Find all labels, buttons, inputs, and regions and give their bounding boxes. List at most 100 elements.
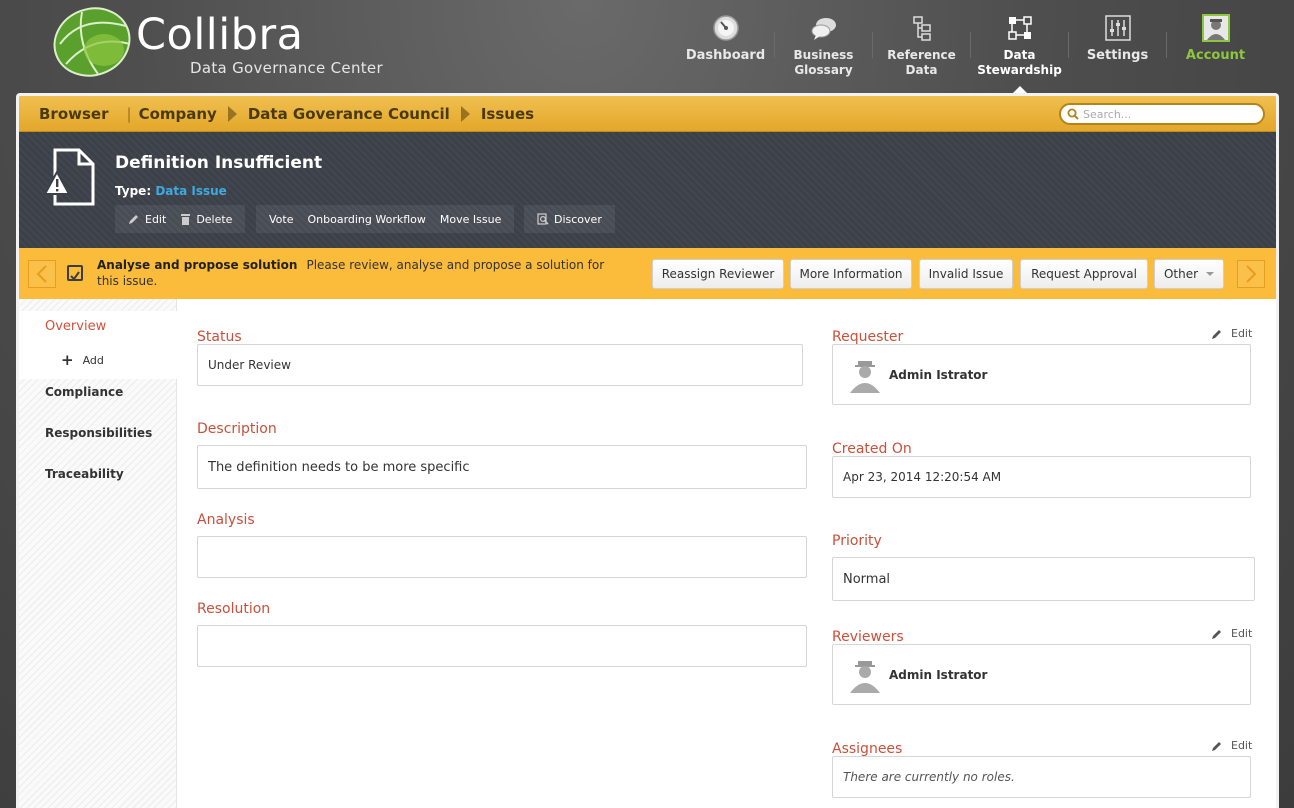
dashboard-gauge-icon (713, 15, 739, 41)
sidebar-item-traceability[interactable]: Traceability (45, 467, 124, 481)
user-silhouette-icon (850, 660, 880, 693)
breadcrumb-browser[interactable]: Browser (19, 105, 127, 123)
description-label: Description (197, 421, 277, 437)
task-checkbox[interactable] (67, 265, 83, 281)
nav-reference-data-label: Reference Data (887, 48, 956, 77)
more-information-button[interactable]: More Information (790, 259, 912, 289)
pencil-icon (1212, 629, 1221, 639)
breadcrumb-arrow-icon (460, 105, 470, 122)
requester-label: Requester (832, 329, 904, 345)
sidebar: Overview + Add Compliance Responsibilitie… (19, 299, 177, 808)
reviewers-field: Admin Istrator (832, 644, 1251, 705)
user-silhouette-icon (850, 360, 880, 393)
assignees-field: There are currently no roles. (832, 756, 1251, 798)
nav-data-stewardship[interactable]: Data Stewardship (971, 10, 1068, 94)
sliders-icon (1105, 15, 1131, 41)
resolution-field[interactable] (197, 625, 807, 667)
status-label: Status (197, 329, 242, 345)
logo-subtitle: Data Governance Center (190, 59, 383, 77)
nav-reference-data[interactable]: Reference Data (873, 10, 970, 92)
main-nav: Dashboard Business Glossary Reference Data… (677, 10, 1264, 94)
search-icon (1067, 108, 1079, 120)
chevron-left-icon (36, 265, 47, 283)
request-approval-button[interactable]: Request Approval (1020, 259, 1148, 289)
delete-button[interactable]: Delete (173, 205, 239, 233)
collibra-logo-icon (53, 7, 131, 77)
reviewers-label: Reviewers (832, 629, 904, 645)
nav-dashboard-label: Dashboard (685, 48, 766, 63)
task-title: Analyse and propose solution (97, 258, 298, 272)
status-field[interactable]: Under Review (197, 344, 803, 386)
asset-title: Definition Insufficient (115, 153, 323, 173)
logo-wordmark: Collibra (136, 10, 304, 60)
resolution-label: Resolution (197, 601, 271, 617)
nav-account-label: Account (1185, 48, 1246, 63)
task-text: Analyse and propose solution Please revie… (97, 257, 627, 289)
onboarding-workflow-button[interactable]: Onboarding Workflow (300, 205, 432, 233)
asset-header: Definition Insufficient Type: Data Issue… (19, 132, 1276, 248)
user-avatar-icon (1202, 14, 1230, 42)
main-panel: Browser | Company Data Goverance Council… (16, 93, 1279, 808)
sidebar-item-responsibilities[interactable]: Responsibilities (45, 426, 152, 440)
task-prev-button[interactable] (28, 260, 56, 288)
other-dropdown-button[interactable]: Other (1154, 259, 1224, 289)
search-input[interactable] (1083, 107, 1253, 121)
reference-tree-icon (913, 16, 931, 41)
nav-settings[interactable]: Settings (1069, 10, 1166, 92)
task-next-button[interactable] (1237, 260, 1265, 288)
reviewers-edit-button[interactable]: Edit (1211, 627, 1252, 640)
description-field[interactable]: The definition needs to be more specific (197, 445, 807, 489)
nav-settings-label: Settings (1086, 48, 1149, 63)
nav-business-glossary[interactable]: Business Glossary (775, 10, 872, 92)
analysis-field[interactable] (197, 536, 807, 578)
move-issue-button[interactable]: Move Issue (433, 205, 508, 233)
vote-button[interactable]: Vote (262, 205, 300, 233)
stewardship-network-icon (1008, 16, 1032, 40)
sidebar-item-compliance[interactable]: Compliance (45, 385, 123, 399)
requester-edit-button[interactable]: Edit (1211, 327, 1252, 340)
breadcrumb-council[interactable]: Data Goverance Council (241, 105, 457, 123)
discover-action-group: Discover (524, 205, 615, 233)
priority-label: Priority (832, 533, 882, 549)
breadcrumb-company[interactable]: Company (132, 105, 224, 123)
chevron-right-icon (1246, 265, 1257, 283)
speech-bubbles-icon (811, 18, 836, 40)
created-on-label: Created On (832, 441, 912, 457)
nav-dashboard[interactable]: Dashboard (677, 10, 774, 92)
sidebar-add-button[interactable]: + Add (61, 351, 104, 369)
requester-field: Admin Istrator (832, 344, 1251, 405)
nav-business-glossary-label: Business Glossary (793, 48, 854, 77)
discover-icon (537, 213, 549, 225)
sidebar-item-overview[interactable]: Overview (45, 319, 106, 334)
breadcrumb: Browser | Company Data Goverance Council… (19, 96, 1276, 132)
invalid-issue-button[interactable]: Invalid Issue (919, 259, 1013, 289)
edit-button[interactable]: Edit (121, 205, 173, 233)
assignees-edit-button[interactable]: Edit (1211, 739, 1252, 752)
asset-type-link[interactable]: Data Issue (155, 184, 227, 198)
reviewer-name[interactable]: Admin Istrator (889, 668, 987, 682)
discover-button[interactable]: Discover (530, 205, 609, 233)
collibra-logo[interactable]: Collibra Data Governance Center (52, 4, 392, 82)
breadcrumb-issues[interactable]: Issues (474, 105, 541, 123)
asset-type-label: Type: (115, 184, 152, 198)
edit-action-group: Edit Delete (115, 205, 246, 233)
plus-icon: + (61, 351, 74, 369)
trash-icon (181, 214, 191, 225)
task-bar: Analyse and propose solution Please revie… (19, 248, 1276, 299)
pencil-icon (1212, 741, 1221, 751)
pencil-icon (129, 215, 138, 224)
nav-account[interactable]: Account (1167, 10, 1264, 92)
requester-name[interactable]: Admin Istrator (889, 368, 987, 382)
assignees-label: Assignees (832, 741, 903, 757)
created-on-field: Apr 23, 2014 12:20:54 AM (832, 456, 1251, 498)
analysis-label: Analysis (197, 512, 255, 528)
workflow-action-group: Vote Onboarding Workflow Move Issue (256, 205, 515, 233)
reassign-reviewer-button[interactable]: Reassign Reviewer (652, 259, 784, 289)
checkmark-icon (70, 271, 80, 281)
data-issue-document-icon (43, 148, 95, 206)
asset-type: Type: Data Issue (115, 184, 227, 198)
priority-field[interactable]: Normal (832, 557, 1255, 601)
breadcrumb-arrow-icon (227, 105, 237, 122)
pencil-icon (1212, 329, 1221, 339)
search-box[interactable] (1059, 103, 1265, 125)
